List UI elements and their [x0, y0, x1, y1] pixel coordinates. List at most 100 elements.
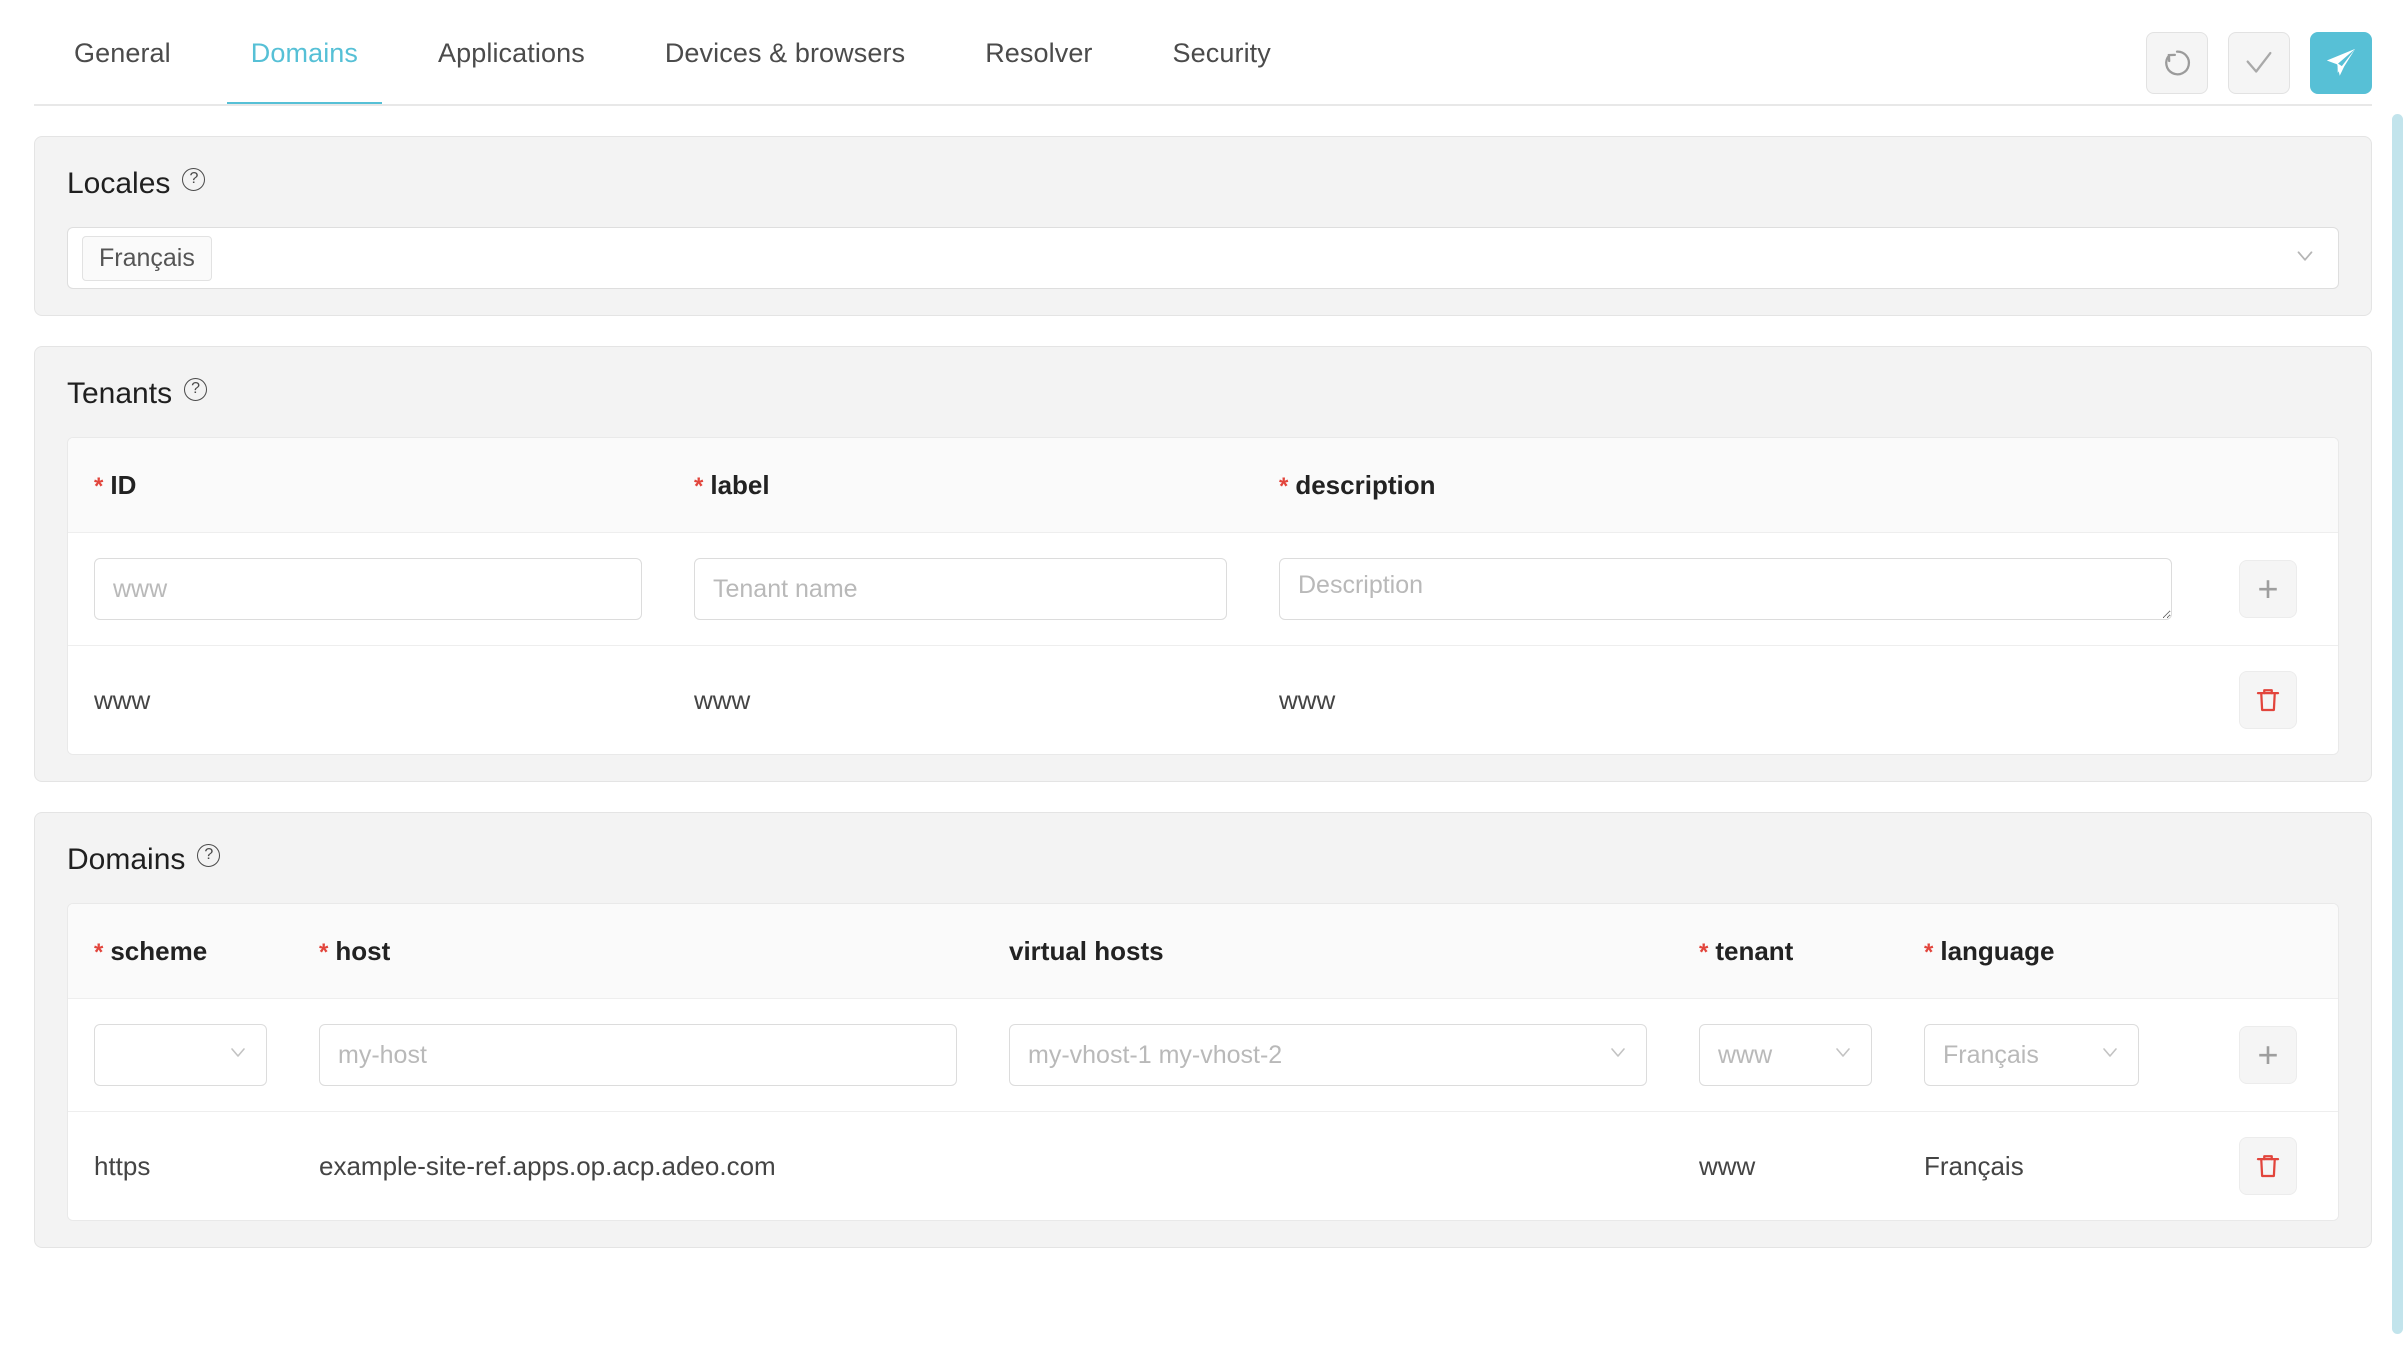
chevron-down-icon [226, 1040, 250, 1071]
domains-col-tenant: * tenant [1673, 936, 1898, 967]
domains-col-vhosts: virtual hosts [983, 936, 1673, 967]
domain-scheme-cell [68, 1024, 293, 1086]
domain-vhosts-cell: my-vhost-1 my-vhost-2 [983, 1024, 1673, 1086]
domain-tenant-placeholder: www [1718, 1040, 1773, 1069]
tab-bar: General Domains Applications Devices & b… [0, 0, 2406, 106]
tenants-col-description-label: description [1295, 469, 1436, 500]
domain-row-scheme: https [94, 1150, 151, 1181]
tab-resolver[interactable]: Resolver [945, 0, 1132, 106]
tenants-add-cell: + [2198, 560, 2338, 618]
tenant-row-label: www [694, 684, 751, 715]
tenant-row-actions [2198, 671, 2338, 729]
domain-delete-button[interactable] [2239, 1137, 2297, 1195]
tab-security[interactable]: Security [1133, 0, 1311, 106]
required-marker: * [1699, 938, 1709, 966]
domain-vhosts-placeholder: my-vhost-1 my-vhost-2 [1028, 1040, 1283, 1069]
required-marker: * [94, 938, 104, 966]
domains-col-host-label: host [335, 935, 391, 966]
tenants-col-description: * description [1253, 470, 2198, 501]
chevron-down-icon [1606, 1040, 1630, 1071]
tenants-label-cell [668, 558, 1253, 620]
tab-applications[interactable]: Applications [398, 0, 625, 106]
domains-col-vhosts-label: virtual hosts [1009, 935, 1164, 966]
tenant-label-input[interactable] [694, 558, 1227, 620]
locales-panel: Locales ? Français [34, 136, 2372, 316]
chevron-down-icon [2292, 243, 2318, 274]
tab-devices-browsers-label: Devices & browsers [664, 37, 906, 68]
locales-panel-title: Locales ? [35, 137, 2371, 227]
tenant-row-id: www [94, 684, 151, 715]
table-row[interactable]: www www www [68, 646, 2338, 754]
check-icon [2246, 51, 2272, 73]
domain-row-host: example-site-ref.apps.op.acp.adeo.com [319, 1150, 776, 1181]
domains-col-language: * language [1898, 936, 2198, 967]
tenants-description-cell [1253, 558, 2198, 620]
trash-icon [2256, 689, 2280, 712]
tenants-col-id-label: ID [110, 469, 137, 500]
tenant-row-description: www [1279, 684, 1336, 715]
required-marker: * [1924, 938, 1934, 966]
help-icon[interactable]: ? [184, 377, 208, 401]
plus-icon: + [2257, 568, 2279, 609]
domains-form-row: my-vhost-1 my-vhost-2 www [68, 999, 2338, 1112]
domain-language-cell: Français [1898, 1024, 2198, 1086]
tenant-id-input[interactable] [94, 558, 642, 620]
page-scrollbar-thumb[interactable] [2392, 114, 2403, 1334]
table-row[interactable]: https example-site-ref.apps.op.acp.adeo.… [68, 1112, 2338, 1220]
tenant-description-textarea[interactable] [1279, 558, 2172, 620]
domains-col-host: * host [293, 936, 983, 967]
tab-applications-label: Applications [438, 37, 585, 68]
locales-body: Français [35, 227, 2371, 289]
send-icon [2326, 48, 2356, 76]
tenants-form-row: + [68, 533, 2338, 646]
tenants-panel-title: Tenants ? [35, 347, 2371, 437]
help-icon[interactable]: ? [182, 167, 206, 191]
domain-language-placeholder: Français [1943, 1040, 2039, 1069]
tab-security-label: Security [1172, 37, 1271, 68]
tenants-table: * ID * label * description www Tenant na… [67, 437, 2339, 755]
tab-general[interactable]: General [34, 0, 211, 106]
help-icon[interactable]: ? [197, 843, 221, 867]
tenants-id-cell [68, 558, 668, 620]
domains-col-scheme: * scheme [68, 936, 293, 967]
domains-title-text: Domains [67, 843, 186, 876]
validate-button[interactable] [2228, 32, 2290, 94]
domains-col-language-label: language [1940, 935, 2055, 966]
tenant-delete-button[interactable] [2239, 671, 2297, 729]
trash-icon [2256, 1155, 2280, 1178]
header-actions [2146, 32, 2372, 94]
domain-row-actions [2198, 1137, 2338, 1195]
domains-table: * scheme * host virtual hosts * tenant *… [67, 903, 2339, 1221]
tab-domains[interactable]: Domains [211, 0, 398, 106]
settings-page: Locales ? Français Tenants ? * ID * labe… [0, 106, 2406, 1350]
domain-vhosts-select[interactable]: my-vhost-1 my-vhost-2 [1009, 1024, 1647, 1086]
tenants-col-id: * ID [68, 470, 668, 501]
locales-select[interactable]: Français [67, 227, 2339, 289]
locale-chip-francais[interactable]: Français [82, 235, 212, 281]
domain-tenant-cell: www [1673, 1024, 1898, 1086]
tenants-panel: Tenants ? * ID * label * description www… [34, 346, 2372, 782]
domain-row-tenant: www [1699, 1150, 1756, 1181]
required-marker: * [319, 938, 329, 966]
publish-button[interactable] [2310, 32, 2372, 94]
chevron-down-icon [1831, 1040, 1855, 1071]
tenant-add-button[interactable]: + [2239, 560, 2297, 618]
domain-add-button[interactable]: + [2239, 1026, 2297, 1084]
domain-language-select[interactable]: Français [1924, 1024, 2139, 1086]
reset-button[interactable] [2146, 32, 2208, 94]
tenants-table-header: * ID * label * description [68, 438, 2338, 533]
required-marker: * [1279, 472, 1289, 500]
tenants-col-label-label: label [710, 469, 770, 500]
tab-list: General Domains Applications Devices & b… [0, 0, 1311, 106]
domain-row-language: Français [1924, 1150, 2024, 1181]
tab-devices-browsers[interactable]: Devices & browsers [625, 0, 945, 106]
page-scrollbar[interactable] [2392, 106, 2403, 1350]
refresh-icon [2165, 50, 2191, 76]
tab-resolver-label: Resolver [985, 37, 1093, 68]
tab-general-label: General [74, 37, 171, 68]
domain-host-input[interactable] [319, 1024, 957, 1086]
domain-tenant-select[interactable]: www [1699, 1024, 1872, 1086]
domain-scheme-select[interactable] [94, 1024, 267, 1086]
tab-domains-label: Domains [250, 37, 359, 68]
domains-table-header: * scheme * host virtual hosts * tenant *… [68, 904, 2338, 999]
